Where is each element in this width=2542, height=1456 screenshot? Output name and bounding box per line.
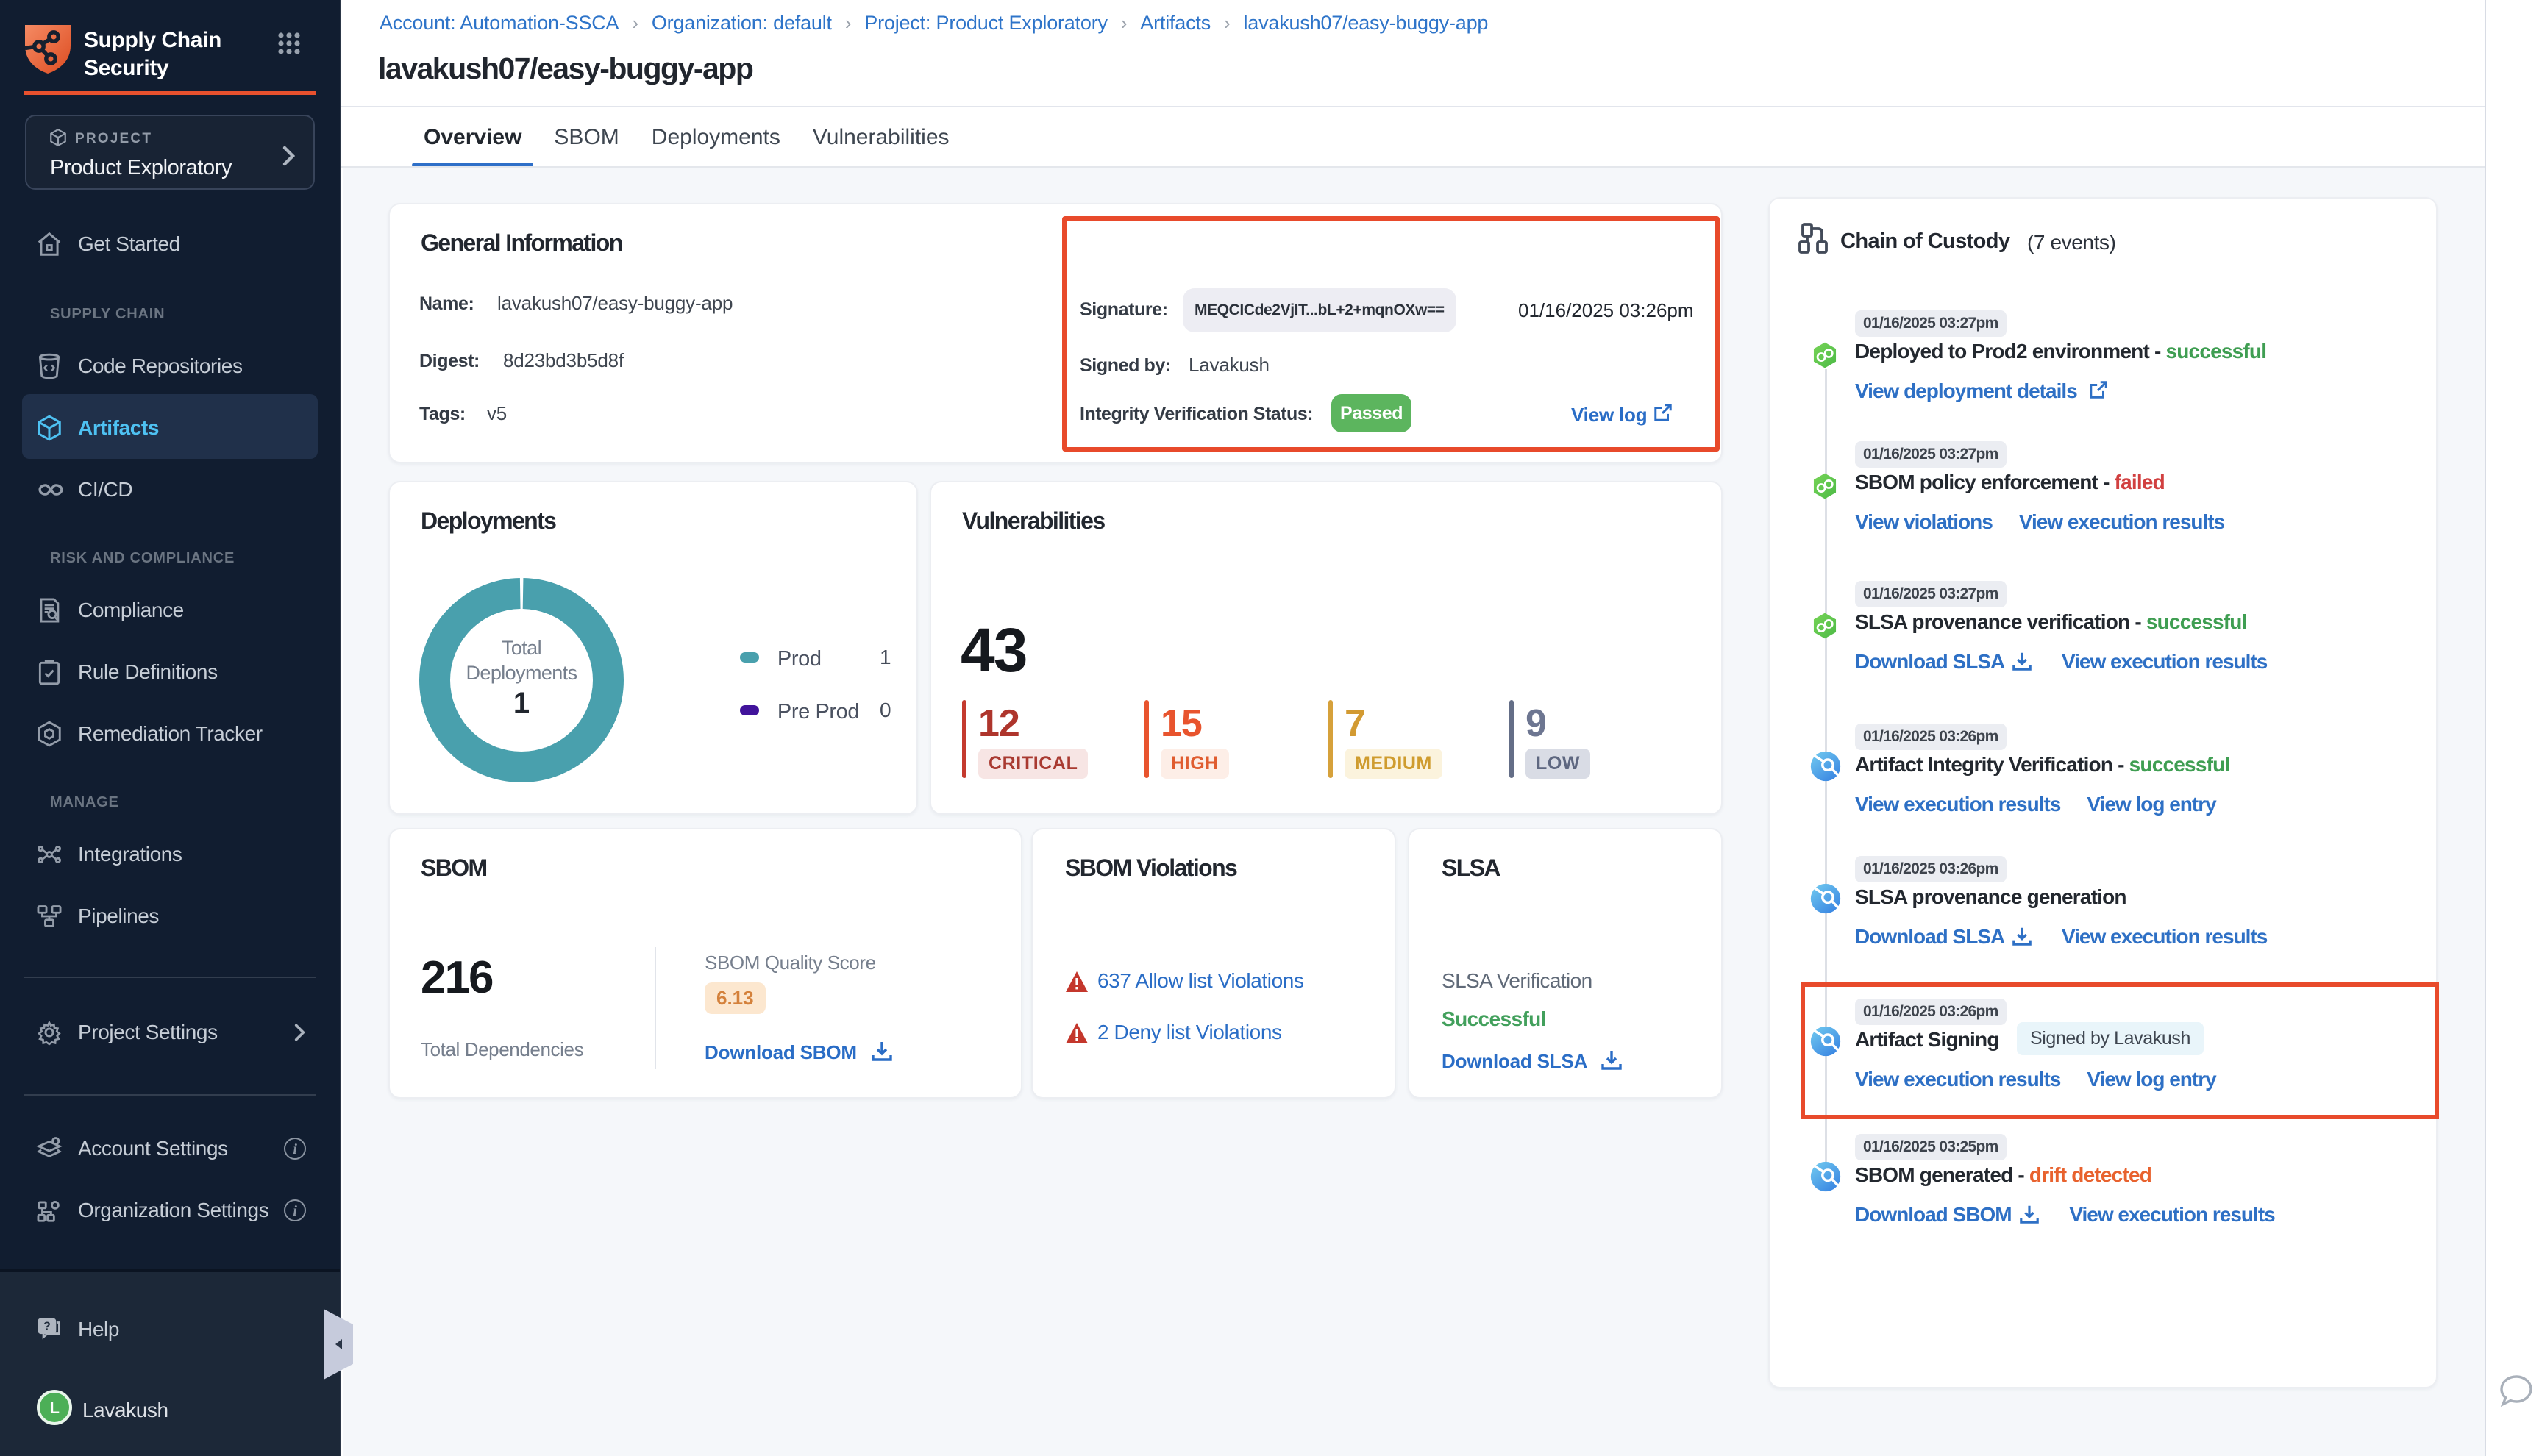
svg-text:?: ? xyxy=(43,1321,50,1333)
